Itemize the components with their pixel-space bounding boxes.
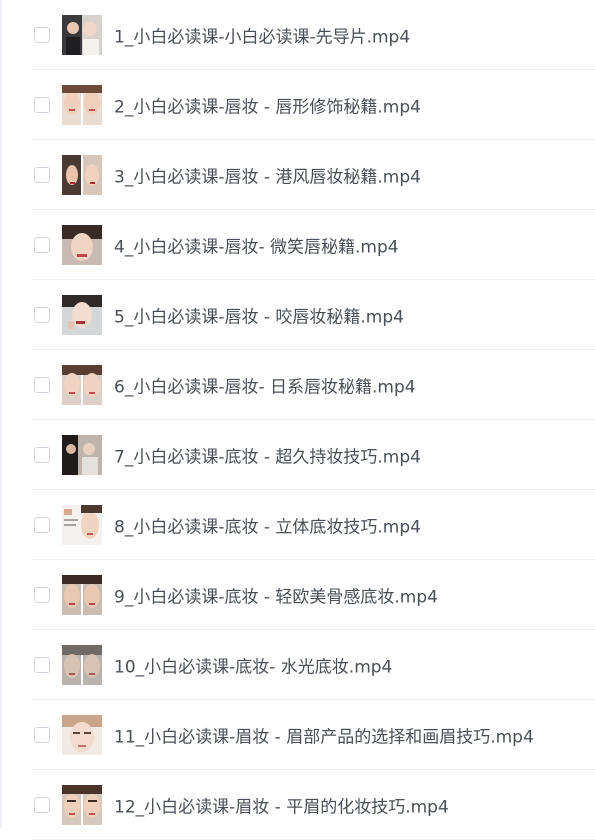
- video-thumbnail-icon: [62, 785, 102, 825]
- file-name[interactable]: 12_小白必读课-眉妆 - 平眉的化妆技巧.mp4: [114, 793, 449, 818]
- file-row[interactable]: 3_小白必读课-唇妆 - 港风唇妆秘籍.mp4: [0, 140, 595, 210]
- video-thumbnail-icon: [62, 575, 102, 615]
- file-name[interactable]: 5_小白必读课-唇妆 - 咬唇妆秘籍.mp4: [114, 303, 404, 328]
- select-checkbox[interactable]: [34, 587, 50, 603]
- video-thumbnail-icon: [62, 85, 102, 125]
- video-thumbnail-icon: [62, 295, 102, 335]
- file-name[interactable]: 9_小白必读课-底妆 - 轻欧美骨感底妆.mp4: [114, 583, 438, 608]
- video-thumbnail-icon: [62, 715, 102, 755]
- file-name[interactable]: 7_小白必读课-底妆 - 超久持妆技巧.mp4: [114, 443, 421, 468]
- file-name[interactable]: 2_小白必读课-唇妆 - 唇形修饰秘籍.mp4: [114, 93, 421, 118]
- file-row[interactable]: 12_小白必读课-眉妆 - 平眉的化妆技巧.mp4: [0, 770, 595, 840]
- video-thumbnail-icon: [62, 15, 102, 55]
- file-name[interactable]: 8_小白必读课-底妆 - 立体底妆技巧.mp4: [114, 513, 421, 538]
- file-row[interactable]: 4_小白必读课-唇妆- 微笑唇秘籍.mp4: [0, 210, 595, 280]
- file-row[interactable]: 8_小白必读课-底妆 - 立体底妆技巧.mp4: [0, 490, 595, 560]
- video-thumbnail-icon: [62, 435, 102, 475]
- file-row[interactable]: 5_小白必读课-唇妆 - 咬唇妆秘籍.mp4: [0, 280, 595, 350]
- file-row[interactable]: 6_小白必读课-唇妆- 日系唇妆秘籍.mp4: [0, 350, 595, 420]
- video-thumbnail-icon: [62, 505, 102, 545]
- video-thumbnail-icon: [62, 365, 102, 405]
- file-row[interactable]: 11_小白必读课-眉妆 - 眉部产品的选择和画眉技巧.mp4: [0, 700, 595, 770]
- select-checkbox[interactable]: [34, 727, 50, 743]
- file-name[interactable]: 3_小白必读课-唇妆 - 港风唇妆秘籍.mp4: [114, 163, 421, 188]
- video-thumbnail-icon: [62, 645, 102, 685]
- video-thumbnail-icon: [62, 225, 102, 265]
- select-checkbox[interactable]: [34, 797, 50, 813]
- file-name[interactable]: 11_小白必读课-眉妆 - 眉部产品的选择和画眉技巧.mp4: [114, 723, 534, 748]
- select-checkbox[interactable]: [34, 307, 50, 323]
- file-row[interactable]: 10_小白必读课-底妆- 水光底妆.mp4: [0, 630, 595, 700]
- select-checkbox[interactable]: [34, 167, 50, 183]
- file-row[interactable]: 1_小白必读课-小白必读课-先导片.mp4: [0, 0, 595, 70]
- file-row[interactable]: 7_小白必读课-底妆 - 超久持妆技巧.mp4: [0, 420, 595, 490]
- select-checkbox[interactable]: [34, 237, 50, 253]
- file-name[interactable]: 10_小白必读课-底妆- 水光底妆.mp4: [114, 653, 392, 678]
- file-name[interactable]: 4_小白必读课-唇妆- 微笑唇秘籍.mp4: [114, 233, 399, 258]
- file-name[interactable]: 1_小白必读课-小白必读课-先导片.mp4: [114, 23, 410, 48]
- file-row[interactable]: 2_小白必读课-唇妆 - 唇形修饰秘籍.mp4: [0, 70, 595, 140]
- select-checkbox[interactable]: [34, 377, 50, 393]
- file-list: 1_小白必读课-小白必读课-先导片.mp4 2_小白必读课-唇妆 - 唇形修饰秘…: [0, 0, 595, 828]
- select-checkbox[interactable]: [34, 447, 50, 463]
- select-checkbox[interactable]: [34, 657, 50, 673]
- select-checkbox[interactable]: [34, 517, 50, 533]
- file-row[interactable]: 9_小白必读课-底妆 - 轻欧美骨感底妆.mp4: [0, 560, 595, 630]
- select-checkbox[interactable]: [34, 27, 50, 43]
- select-checkbox[interactable]: [34, 97, 50, 113]
- file-name[interactable]: 6_小白必读课-唇妆- 日系唇妆秘籍.mp4: [114, 373, 416, 398]
- video-thumbnail-icon: [62, 155, 102, 195]
